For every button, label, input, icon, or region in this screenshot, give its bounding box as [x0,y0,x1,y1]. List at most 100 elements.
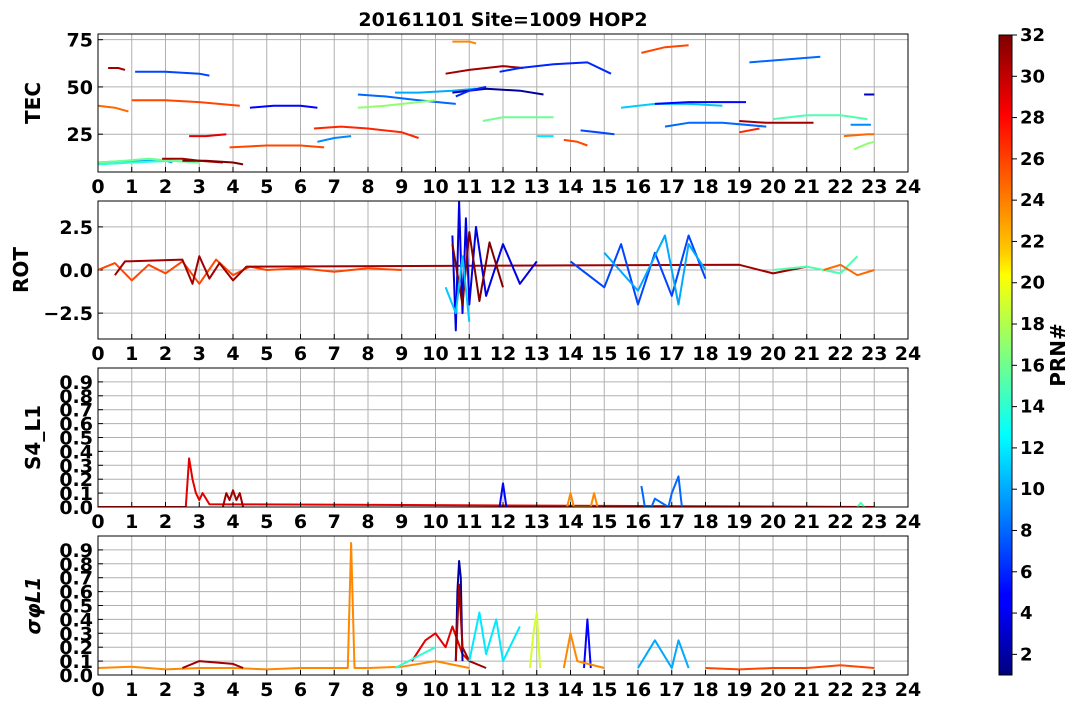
series-line-prn-26 [229,144,325,149]
colorbar-tick-label: 12 [1020,438,1045,459]
x-tick-label: 23 [861,511,887,533]
x-tick-label: 18 [692,511,718,533]
x-tick-label: 18 [692,343,718,365]
x-tick-label: 7 [328,679,341,701]
series-line-prn-15 [772,114,868,121]
x-tick-label: 10 [422,343,448,365]
series-line-prn-7 [580,129,615,136]
figure: 20161101 Site=1009 HOP2 2550750 1 2 3 4 5 6 7 8 9… [9,9,1070,701]
x-tick-label: 11 [456,176,482,198]
colorbar-tick-label: 26 [1020,149,1045,170]
figure-title: 20161101 Site=1009 HOP2 [358,9,647,31]
colorbar-tick-label: 8 [1020,520,1033,541]
x-tick-label: 17 [659,679,685,701]
series-group [98,542,875,671]
colorbar-tick-label: 16 [1020,355,1045,376]
series-line-prn-27 [739,127,760,134]
x-tick-label: 0 [91,176,104,198]
x-tick-label: 4 [226,343,239,365]
series-line-prn-24 [452,40,477,45]
x-tick-label: 23 [861,679,887,701]
x-tick-label: 9 [395,679,408,701]
x-tick-label: 2 [159,679,172,701]
y-axis-label: ROT [9,247,33,293]
x-tick-label: 17 [659,176,685,198]
x-tick-label: 10 [422,511,448,533]
colorbar-tick-label: 24 [1020,190,1045,211]
x-tick-label: 16 [625,511,651,533]
x-tick-label: 16 [625,679,651,701]
x-tick-label: 12 [490,176,516,198]
series-line-prn-26 [98,258,402,285]
panel-rot: 2.50.0−2.50 1 2 3 4 5 6 7 8 9 10 11 12 13 14 15 16 17 18 19… [9,200,921,365]
x-tick-label: 21 [794,679,820,701]
colorbar-label: PRN# [1046,323,1070,387]
series-line-prn-10 [637,639,690,669]
series-line-prn-17 [853,140,875,151]
x-tick-label: 18 [692,176,718,198]
x-tick-label: 8 [361,343,374,365]
series-line-prn-6 [499,61,612,75]
colorbar-tick-label: 10 [1020,479,1045,500]
x-tick-label: 23 [861,343,887,365]
x-tick-label: 21 [794,343,820,365]
x-tick-label: 19 [726,176,752,198]
x-tick-label: 13 [524,511,550,533]
x-tick-label: 24 [895,343,921,365]
series-line-prn-31 [108,67,126,71]
x-tick-label: 16 [625,176,651,198]
colorbar-tick-label: 2 [1020,644,1033,665]
colorbar-tick-label: 22 [1020,231,1045,252]
x-tick-label: 6 [294,679,307,701]
series-line-prn-31 [182,660,244,669]
colorbar-ticks: 2468101214161820222426283032 [1012,25,1045,665]
x-tick-label: 11 [456,511,482,533]
x-tick-label: 5 [260,343,273,365]
x-tick-label: 8 [361,679,374,701]
colorbar-tick-label: 6 [1020,562,1033,583]
x-tick-label: 17 [659,343,685,365]
y-tick-label: 0.0 [59,497,93,519]
x-tick-label: 18 [692,679,718,701]
x-tick-label: 22 [827,176,853,198]
x-tick-label: 1 [125,176,138,198]
series-line-prn-16 [482,116,554,122]
x-tick-label: 12 [490,343,516,365]
x-tick-label: 2 [159,511,172,533]
x-tick-label: 19 [726,511,752,533]
series-line-prn-31 [739,120,814,124]
x-tick-label: 24 [895,176,921,198]
x-tick-label: 5 [260,176,273,198]
x-tick-label: 15 [591,679,617,701]
x-tick-label: 24 [895,511,921,533]
x-tick-label: 19 [726,679,752,701]
series-line-prn-7 [135,70,210,77]
x-tick-label: 15 [591,511,617,533]
series-line-prn-8 [749,55,821,64]
colorbar-tick-label: 14 [1020,397,1045,418]
x-tick-label: 17 [659,511,685,533]
x-tick-label: 1 [125,679,138,701]
x-tick-label: 10 [422,176,448,198]
x-tick-label: 14 [557,176,583,198]
colorbar-tick-label: 30 [1020,66,1045,87]
x-tick-label: 12 [490,511,516,533]
series-line-prn-24 [562,632,605,669]
x-tick-label: 20 [760,343,786,365]
series-line-prn-26 [705,664,875,671]
x-tick-label: 21 [794,511,820,533]
x-tick-label: 5 [260,679,273,701]
x-tick-label: 14 [557,679,583,701]
series-line-prn-26 [641,44,689,54]
x-tick-label: 4 [226,679,239,701]
y-tick-label: 0.0 [59,665,93,687]
y-axis-label: TEC [21,82,45,124]
x-tick-label: 2 [159,343,172,365]
x-tick-label: 9 [395,511,408,533]
series-line-prn-24 [98,542,470,671]
y-tick-label: −2.5 [43,303,93,325]
x-tick-label: 3 [193,511,206,533]
series-line-prn-17 [357,99,436,109]
panels: 2550750 1 2 3 4 5 6 7 8 9 10 11 12 13 14 15 16 17 18 19 20 21… [9,30,921,701]
x-tick-label: 1 [125,343,138,365]
